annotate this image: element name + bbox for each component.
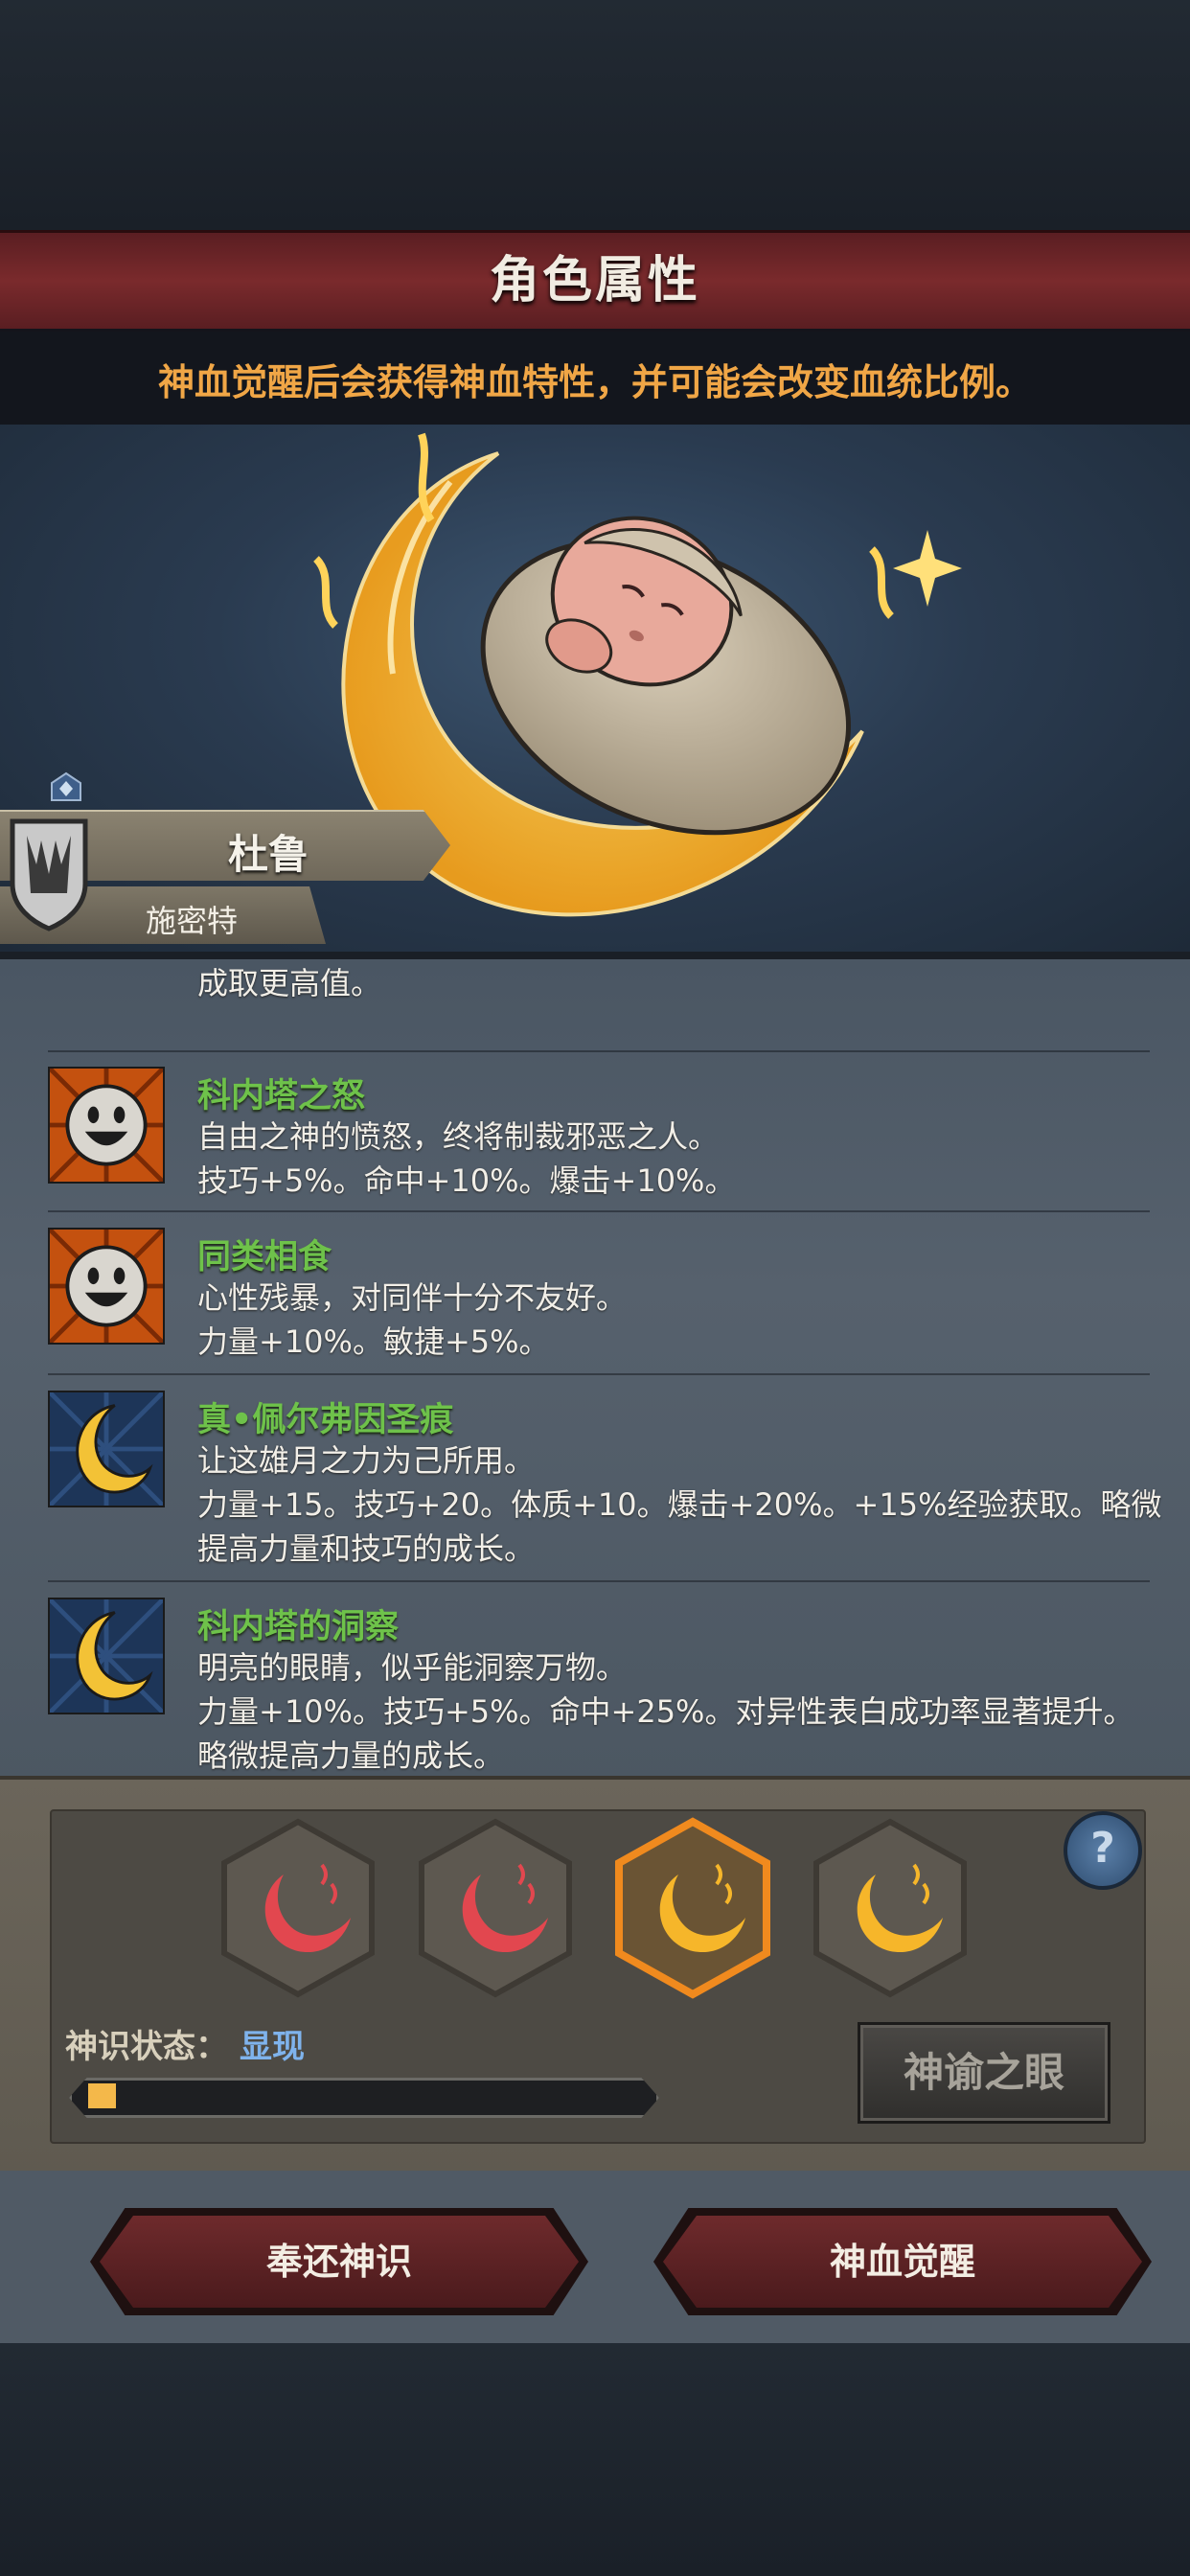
top-band (0, 0, 1190, 230)
status-label: 神识状态： (65, 2028, 228, 2066)
smiling-face-icon (48, 1228, 165, 1345)
trait-name: 科内塔的洞察 (197, 1608, 400, 1646)
trait-effect: 力量+15。技巧+20。体质+10。爆击+20%。+15%经验获取。略微 (197, 1486, 1162, 1523)
red-crescent-icon[interactable] (217, 1817, 379, 1999)
progress-bar (69, 2078, 659, 2118)
trait-effect: 技巧+5%。命中+10%。爆击+10%。 (197, 1162, 736, 1199)
help-button[interactable]: ? (1064, 1811, 1142, 1890)
crescent-moon-icon (48, 1598, 165, 1714)
rank-icon (51, 771, 81, 801)
trait-effect: 力量+10%。技巧+5%。命中+25%。对异性表白成功率显著提升。 (197, 1693, 1134, 1730)
trait-name: 科内塔之怒 (197, 1077, 366, 1116)
trait-description: 心性残暴，对同伴十分不友好。 (197, 1279, 628, 1316)
red-crescent-icon[interactable] (414, 1817, 577, 1999)
character-name: 杜鲁 (227, 831, 309, 878)
trait-description: 自由之神的愤怒，终将制裁邪恶之人。 (197, 1118, 720, 1155)
trait-name: 真•佩尔弗因圣痕 (197, 1401, 454, 1439)
class-shield-icon (10, 818, 88, 932)
trait-description: 明亮的眼睛，似乎能洞察万物。 (197, 1649, 628, 1686)
crescent-moon-icon (48, 1391, 165, 1507)
divine-blood-awaken-button[interactable]: 神血觉醒 (663, 2216, 1142, 2308)
oracle-eye-button[interactable]: 神谕之眼 (858, 2022, 1110, 2124)
gold-crescent-icon[interactable] (809, 1817, 972, 1999)
smiling-face-icon (48, 1067, 165, 1184)
trait-divider (48, 1050, 1150, 1052)
page-title: 角色属性 (489, 252, 700, 310)
bottom-band (0, 2343, 1190, 2576)
trait-name: 同类相食 (197, 1238, 332, 1276)
status-value: 显现 (240, 2028, 305, 2066)
trait-divider (48, 1580, 1150, 1582)
trait-effect: 力量+10%。敏捷+5%。 (197, 1323, 550, 1360)
trait-effect: 略微提高力量的成长。 (197, 1737, 505, 1774)
trait-effect: 提高力量和技巧的成长。 (197, 1530, 536, 1567)
trait-divider (48, 1373, 1150, 1375)
trait-partial-line: 成取更高值。 (197, 965, 382, 1001)
trait-description: 让这雄月之力为己所用。 (197, 1442, 536, 1479)
gold-crescent-icon[interactable] (611, 1817, 774, 1999)
traits-panel[interactable]: 成取更高值。 科内塔之怒 自由之神的愤怒，终将制裁邪恶之人。 技巧+5%。命中+… (0, 952, 1190, 1783)
return-divinity-button[interactable]: 奉还神识 (100, 2216, 579, 2308)
trait-divider (48, 1210, 1150, 1212)
progress-fill (88, 2083, 116, 2108)
notice-text: 神血觉醒后会获得神血特性，并可能会改变血统比例。 (157, 361, 1032, 403)
character-subname: 施密特 (145, 903, 238, 939)
